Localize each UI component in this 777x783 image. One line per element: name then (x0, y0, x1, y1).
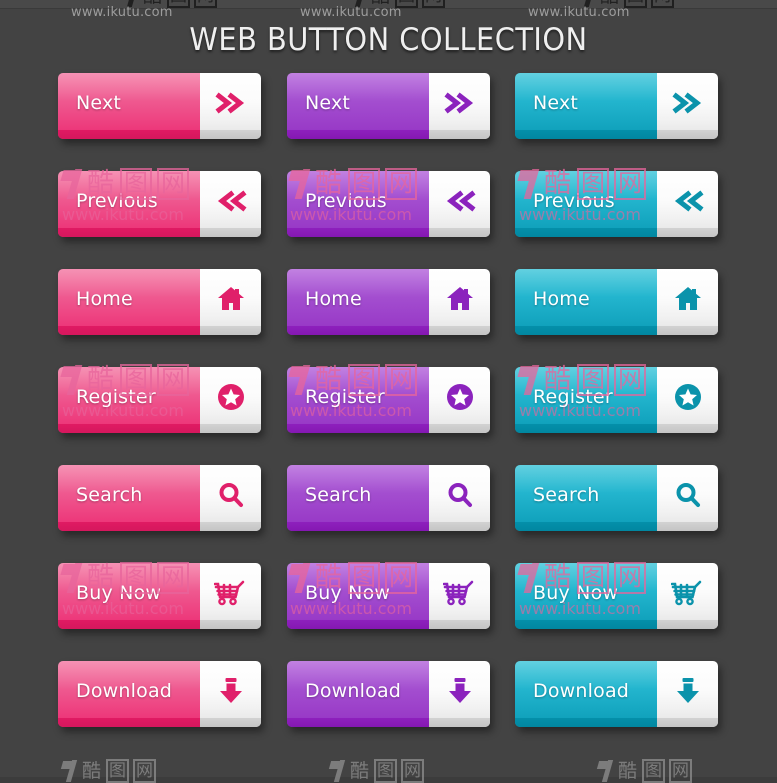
double-chevron-left-icon (429, 171, 490, 237)
button-buy-now-pink[interactable]: Buy Now (58, 563, 261, 629)
button-search-teal[interactable]: Search (515, 465, 718, 531)
download-arrow-icon (200, 661, 261, 727)
button-label: Home (287, 269, 429, 335)
star-circle-icon (429, 367, 490, 433)
double-chevron-left-icon (200, 171, 261, 237)
double-chevron-left-icon (657, 171, 718, 237)
button-label: Register (515, 367, 657, 433)
button-home-purple[interactable]: Home (287, 269, 490, 335)
button-label: Buy Now (58, 563, 200, 629)
button-download-purple[interactable]: Download (287, 661, 490, 727)
button-row: Previous Previous Previous (0, 171, 777, 269)
search-icon (429, 465, 490, 531)
button-next-pink[interactable]: Next (58, 73, 261, 139)
button-previous-purple[interactable]: Previous (287, 171, 490, 237)
button-label: Previous (287, 171, 429, 237)
shopping-cart-icon (200, 563, 261, 629)
button-buy-now-teal[interactable]: Buy Now (515, 563, 718, 629)
button-grid: Next Next Next Previous Previous Previou… (0, 73, 777, 759)
button-label: Home (58, 269, 200, 335)
button-register-teal[interactable]: Register (515, 367, 718, 433)
button-home-teal[interactable]: Home (515, 269, 718, 335)
button-row: Search Search Search (0, 465, 777, 563)
button-label: Buy Now (287, 563, 429, 629)
star-circle-icon (657, 367, 718, 433)
button-register-pink[interactable]: Register (58, 367, 261, 433)
top-strip (0, 0, 777, 9)
button-label: Next (287, 73, 429, 139)
button-label: Next (58, 73, 200, 139)
button-row: Download Download Download (0, 661, 777, 759)
button-next-purple[interactable]: Next (287, 73, 490, 139)
button-next-teal[interactable]: Next (515, 73, 718, 139)
button-search-purple[interactable]: Search (287, 465, 490, 531)
button-row: Next Next Next (0, 73, 777, 171)
button-label: Search (515, 465, 657, 531)
button-label: Register (287, 367, 429, 433)
button-label: Buy Now (515, 563, 657, 629)
button-download-teal[interactable]: Download (515, 661, 718, 727)
double-chevron-right-icon (429, 73, 490, 139)
button-download-pink[interactable]: Download (58, 661, 261, 727)
button-home-pink[interactable]: Home (58, 269, 261, 335)
search-icon (200, 465, 261, 531)
home-icon (429, 269, 490, 335)
page-title: WEB BUTTON COLLECTION (189, 22, 588, 58)
button-buy-now-purple[interactable]: Buy Now (287, 563, 490, 629)
search-icon (657, 465, 718, 531)
double-chevron-right-icon (200, 73, 261, 139)
star-circle-icon (200, 367, 261, 433)
button-label: Register (58, 367, 200, 433)
button-label: Previous (515, 171, 657, 237)
shopping-cart-icon (429, 563, 490, 629)
double-chevron-right-icon (657, 73, 718, 139)
button-label: Download (287, 661, 429, 727)
button-label: Home (515, 269, 657, 335)
button-row: Buy Now Buy Now Buy Now (0, 563, 777, 661)
shopping-cart-icon (657, 563, 718, 629)
button-previous-pink[interactable]: Previous (58, 171, 261, 237)
button-label: Next (515, 73, 657, 139)
home-icon (657, 269, 718, 335)
button-label: Search (58, 465, 200, 531)
button-label: Download (515, 661, 657, 727)
download-arrow-icon (657, 661, 718, 727)
button-register-purple[interactable]: Register (287, 367, 490, 433)
button-row: Register Register Register (0, 367, 777, 465)
home-icon (200, 269, 261, 335)
button-label: Previous (58, 171, 200, 237)
button-search-pink[interactable]: Search (58, 465, 261, 531)
button-row: Home Home Home (0, 269, 777, 367)
button-label: Search (287, 465, 429, 531)
download-arrow-icon (429, 661, 490, 727)
button-previous-teal[interactable]: Previous (515, 171, 718, 237)
button-label: Download (58, 661, 200, 727)
